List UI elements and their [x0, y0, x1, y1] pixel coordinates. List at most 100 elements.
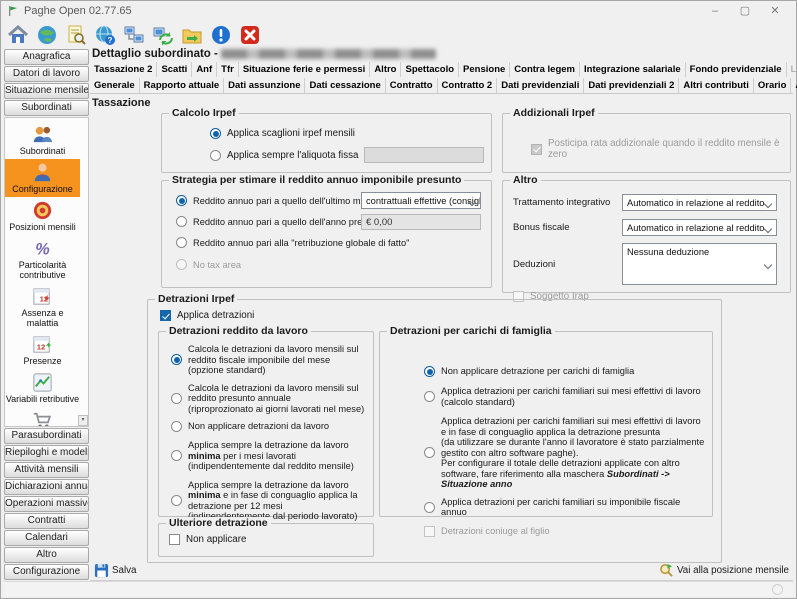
radio-non-applicare-carichi-famiglia[interactable]: [424, 366, 435, 377]
save-button[interactable]: Salva: [94, 563, 137, 578]
radio-detrazione-minima-mesi-lavorati[interactable]: [171, 450, 182, 461]
sidebar-section-calendari[interactable]: Calendari: [4, 530, 89, 546]
group-detrazioni-famiglia: Detrazioni per carichi di famiglia Non a…: [379, 331, 713, 517]
sidebar-item-presenze[interactable]: 12 Presenze: [5, 331, 80, 369]
tab-rapporto-attuale[interactable]: Rapporto attuale: [140, 78, 224, 93]
app-title: Paghe Open 02.77.65: [24, 5, 132, 17]
people-icon: [31, 123, 54, 146]
sidebar-item-assenza-e-malattia[interactable]: 12 Assenza e malattia: [5, 283, 80, 331]
synchronize-icon: [152, 24, 174, 46]
radio-detrazioni-imponibile-mese[interactable]: [171, 354, 182, 365]
radio-carichi-conguaglio-presunta[interactable]: [424, 447, 435, 458]
radio-reddito-anno-precedente[interactable]: [176, 216, 187, 227]
anno-precedente-field: € 0,00: [361, 214, 481, 230]
tab-dati-cessazione[interactable]: Dati cessazione: [305, 78, 385, 93]
sidebar-section-situazione-mensile[interactable]: Situazione mensile: [4, 83, 89, 99]
radio-label: Applica detrazioni per carichi familiari…: [441, 416, 706, 490]
sidebar-section-subordinati[interactable]: Subordinati: [4, 100, 89, 116]
radio-carichi-mesi-effettivi[interactable]: [424, 391, 435, 402]
aliquota-fissa-field[interactable]: [364, 147, 484, 163]
tab-dati-previdenziali[interactable]: Dati previdenziali: [497, 78, 584, 93]
sidebar-item-particolarita-contributive[interactable]: % Particolarità contributive: [5, 235, 80, 283]
calendar-green-icon: 12: [31, 333, 54, 356]
sidebar-section-datori-di-lavoro[interactable]: Datori di lavoro: [4, 66, 89, 82]
save-icon: [94, 563, 109, 578]
tab-pensione[interactable]: Pensione: [459, 62, 510, 77]
document-search-button[interactable]: [64, 23, 88, 47]
radio-detrazione-minima-conguaglio[interactable]: [171, 495, 182, 506]
goto-monthly-position-button[interactable]: Vai alla posizione mensile: [659, 563, 789, 578]
minimize-button[interactable]: –: [700, 1, 730, 21]
web-help-icon: ?: [94, 24, 116, 46]
tab-assicurazione[interactable]: Assicurazione: [791, 78, 797, 93]
tab-generale[interactable]: Generale: [90, 78, 140, 93]
trattamento-integrativo-dropdown[interactable]: Automatico in relazione al reddito: [622, 194, 777, 211]
web-help-button[interactable]: ?: [93, 23, 117, 47]
sidebar-section-attivita-mensili[interactable]: Attività mensili: [4, 462, 89, 478]
exit-button[interactable]: [238, 23, 262, 47]
flag-icon: [7, 5, 19, 17]
tab-integrazione-salariale[interactable]: Integrazione salariale: [580, 62, 686, 77]
tab-contratto-2[interactable]: Contratto 2: [438, 78, 498, 93]
radio-reddito-ultimo-mese[interactable]: [176, 195, 187, 206]
radio-retribuzione-globale[interactable]: [176, 237, 187, 248]
tab-contratto[interactable]: Contratto: [386, 78, 438, 93]
sidebar-section-riepiloghi-e-modelli[interactable]: Riepiloghi e modelli: [4, 445, 89, 461]
radio-detrazioni-presunto-annuale[interactable]: [171, 393, 182, 404]
deduzioni-dropdown[interactable]: Nessuna deduzione: [622, 243, 777, 285]
sidebar-section-anagrafica[interactable]: Anagrafica: [4, 49, 89, 65]
sidebar-item-posizioni-mensili[interactable]: Posizioni mensili: [5, 197, 80, 235]
synchronize-button[interactable]: [151, 23, 175, 47]
sidebar-item-label: Variabili retributive: [6, 394, 79, 404]
sidebar-item-subordinati[interactable]: Subordinati: [5, 121, 80, 159]
sidebar-section-contratti[interactable]: Contratti: [4, 513, 89, 529]
info-button[interactable]: [209, 23, 233, 47]
sidebar-item-dati-particolari[interactable]: Dati particolari: [5, 407, 80, 427]
mensilita-dropdown[interactable]: contrattuali effettive (consigliato): [361, 192, 481, 209]
checkbox-detrazioni-coniuge: [424, 526, 435, 537]
world-button[interactable]: [35, 23, 59, 47]
radio-non-applicare-detrazioni-lavoro[interactable]: [171, 421, 182, 432]
sidebar-section-altro[interactable]: Altro: [4, 547, 89, 563]
checkbox-non-applicare-ulteriore[interactable]: [169, 534, 180, 545]
folder-transfer-button[interactable]: [180, 23, 204, 47]
tab-dati-assunzione[interactable]: Dati assunzione: [224, 78, 305, 93]
sidebar-section-configurazione[interactable]: Configurazione: [4, 564, 89, 580]
tab-altro[interactable]: Altro: [370, 62, 401, 77]
tab-scatti[interactable]: Scatti: [157, 62, 192, 77]
bonus-fiscale-dropdown[interactable]: Automatico in relazione al reddito: [622, 219, 777, 236]
checkbox-label: Non applicare: [186, 534, 246, 545]
group-calcolo-irpef: Calcolo Irpef Applica scaglioni irpef me…: [161, 113, 492, 173]
sidebar-scroll-down[interactable]: ▾: [78, 415, 88, 426]
sidebar-section-operazioni-massive[interactable]: Operazioni massive: [4, 496, 89, 512]
tab-dati-previdenziali-2[interactable]: Dati previdenziali 2: [584, 78, 679, 93]
tab-orario[interactable]: Orario: [754, 78, 792, 93]
detail-header: Dettaglio subordinato -: [90, 47, 793, 62]
tab-anf[interactable]: Anf: [192, 62, 217, 77]
home-button[interactable]: [6, 23, 30, 47]
tab-fondo-previdenziale[interactable]: Fondo previdenziale: [686, 62, 787, 77]
maximize-button[interactable]: ▢: [730, 1, 760, 21]
tab-situazione-ferie[interactable]: Situazione ferie e permessi: [239, 62, 371, 77]
radio-label: Reddito annuo pari alla "retribuzione gl…: [193, 238, 409, 248]
sidebar-bottom-sections: Parasubordinati Riepiloghi e modelli Att…: [4, 428, 89, 581]
group-altro: Altro Trattamento integrativo Automatico…: [502, 180, 791, 293]
sidebar-item-configurazione[interactable]: Configurazione: [5, 159, 80, 197]
checkbox-applica-detrazioni[interactable]: [160, 310, 171, 321]
radio-aliquota-fissa[interactable]: [210, 150, 221, 161]
close-button[interactable]: ✕: [760, 1, 790, 21]
sidebar-section-parasubordinati[interactable]: Parasubordinati: [4, 428, 89, 444]
tab-lavoro-domestico: Lavoro domestico: [787, 62, 797, 77]
network-button[interactable]: [122, 23, 146, 47]
sidebar-item-variabili-retributive[interactable]: Variabili retributive: [5, 369, 80, 407]
radio-carichi-imponibile-annuo[interactable]: [424, 502, 435, 513]
tab-tfr[interactable]: Tfr: [217, 62, 239, 77]
sidebar-section-dichiarazioni-annuali[interactable]: Dichiarazioni annuali: [4, 479, 89, 495]
radio-applica-scaglioni[interactable]: [210, 128, 221, 139]
tab-contra-legem[interactable]: Contra legem: [510, 62, 580, 77]
tab-tassazione-2[interactable]: Tassazione 2: [90, 62, 157, 77]
page-title: Dettaglio subordinato -: [92, 48, 218, 60]
checkbox-label: Detrazioni coniuge al figlio: [441, 526, 550, 537]
tab-altri-contributi[interactable]: Altri contributi: [679, 78, 753, 93]
tab-spettacolo[interactable]: Spettacolo: [401, 62, 459, 77]
